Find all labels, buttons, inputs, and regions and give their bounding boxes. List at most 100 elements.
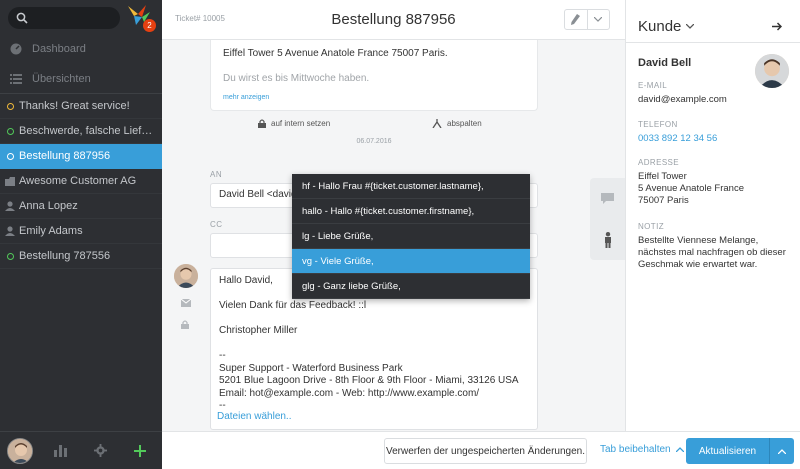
nav-dashboard-label: Dashboard [32, 43, 86, 55]
chevron-up-icon [675, 447, 684, 452]
sidebar-item-label: Thanks! Great service! [19, 100, 130, 112]
set-internal-action[interactable]: auf intern setzen [258, 119, 330, 128]
text-module-option[interactable]: glg - Ganz liebe Grüße, [292, 274, 530, 299]
sidebar-item-ticket[interactable]: Thanks! Great service! [0, 94, 162, 119]
text-module-option[interactable]: lg - Liebe Grüße, [292, 224, 530, 249]
sidebar-item-user[interactable]: Anna Lopez [0, 194, 162, 219]
lock-icon [181, 320, 189, 329]
ticket-ring-icon [1, 252, 19, 260]
ticket-header: Ticket# 10005 Bestellung 887956 [162, 0, 625, 40]
customer-panel-title-label: Kunde [638, 18, 682, 35]
sidebar-item-label: Bestellung 787556 [19, 250, 111, 262]
cc-label: CC [210, 220, 223, 229]
stats-icon [53, 444, 67, 457]
update-label: Aktualisieren [698, 445, 757, 457]
customer-phone-link[interactable]: 0033 892 12 34 56 [638, 133, 793, 145]
text-module-option[interactable]: hallo - Hallo #{ticket.customer.firstnam… [292, 199, 530, 224]
keep-tab-button[interactable]: Tab beibehalten [600, 444, 684, 455]
chevron-down-icon [594, 17, 603, 22]
avatar [755, 54, 789, 88]
email-type-button[interactable] [180, 296, 192, 310]
avatar [174, 264, 198, 288]
customer-panel-title[interactable]: Kunde [638, 18, 695, 35]
ticket-ring-icon [1, 127, 19, 135]
sidebar-item-label: Beschwerde, falsche Lieferung ... [19, 125, 157, 137]
split-label: abspalten [447, 119, 482, 128]
nav-overviews-label: Übersichten [32, 73, 91, 85]
email-label: E-MAIL [638, 81, 668, 90]
phone-label: TELEFON [638, 120, 678, 129]
attach-files-link[interactable]: Dateien wählen.. [217, 411, 292, 422]
logo[interactable]: 2 [126, 4, 156, 32]
address-line: Eiffel Tower [638, 171, 687, 182]
sidebar-item-label: Bestellung 887956 [19, 150, 111, 162]
article-message: Eiffel Tower 5 Avenue Anatole France 750… [210, 40, 538, 111]
user-icon [1, 201, 19, 211]
actions-dropdown-button[interactable] [588, 10, 610, 29]
pencil-icon [571, 14, 581, 25]
arrow-right-icon [772, 22, 783, 31]
stats-button[interactable] [40, 444, 80, 457]
text-module-dropdown: hf - Hallo Frau #{ticket.customer.lastna… [292, 174, 530, 299]
sidebar-item-label: Emily Adams [19, 225, 83, 237]
speech-bubble-icon [601, 193, 614, 204]
edit-button[interactable] [565, 10, 588, 29]
split-action[interactable]: abspalten [432, 119, 482, 128]
customer-address: Eiffel Tower 5 Avenue Anatole France 750… [638, 171, 793, 207]
plus-icon [134, 444, 146, 457]
settings-button[interactable] [80, 444, 120, 457]
sidebar-item-label: Awesome Customer AG [19, 175, 137, 187]
address-line: 75007 Paris [638, 195, 689, 206]
ticket-ring-icon [1, 152, 19, 160]
update-button[interactable]: Aktualisieren [686, 438, 794, 464]
text-module-option[interactable]: hf - Hallo Frau #{ticket.customer.lastna… [292, 174, 530, 199]
show-more-link[interactable]: mehr anzeigen [223, 94, 525, 101]
ticket-main: Ticket# 10005 Bestellung 887956 Eiffel T… [162, 0, 625, 469]
page-title[interactable]: Bestellung 887956 [262, 11, 525, 28]
sidebar-tabs [590, 178, 625, 260]
update-options-button[interactable] [769, 438, 794, 464]
article-date: 06.07.2016 [356, 138, 392, 145]
customer-note: Bestellte Viennese Melange, nächstes mal… [638, 235, 786, 270]
nav-overviews[interactable]: Übersichten [0, 64, 162, 94]
sidebar-item-user[interactable]: Emily Adams [0, 219, 162, 244]
address-label: ADRESSE [638, 158, 680, 167]
editor-line: Vielen Dank für das Feedback! ::l [219, 300, 367, 311]
sidebar-item-ticket[interactable]: Bestellung 787556 [0, 244, 162, 269]
tab-customer[interactable] [590, 219, 625, 260]
set-internal-label: auf intern setzen [271, 119, 331, 128]
tab-conversation[interactable] [590, 178, 625, 219]
envelope-icon [180, 298, 192, 307]
new-ticket-button[interactable] [120, 444, 160, 457]
editor-line: -- [219, 350, 226, 361]
sidebar-item-ticket[interactable]: Beschwerde, falsche Lieferung ... [0, 119, 162, 144]
message-line: Du wirst es bis Mittwoche haben. [223, 73, 370, 84]
editor-line: Email: hot@example.com - Web: http://www… [219, 387, 480, 399]
close-panel-button[interactable] [772, 20, 783, 34]
search-input[interactable] [8, 7, 120, 29]
sidebar: 2 Dashboard Übersichten Thanks! Great se… [0, 0, 162, 469]
keep-tab-label: Tab beibehalten [600, 444, 671, 455]
list-icon [0, 74, 32, 84]
user-avatar-button[interactable] [0, 437, 40, 464]
nav-dashboard[interactable]: Dashboard [0, 34, 162, 64]
sidebar-item-ticket-active[interactable]: Bestellung 887956 [0, 144, 162, 169]
sidebar-item-organization[interactable]: Awesome Customer AG [0, 169, 162, 194]
discard-changes-button[interactable]: Verwerfen der ungespeicherten Änderungen… [384, 438, 587, 464]
internal-toggle-button[interactable] [181, 318, 189, 332]
note-label: NOTIZ [638, 222, 664, 231]
editor-line: Super Support - Waterford Business Park [219, 362, 403, 374]
to-label: AN [210, 170, 223, 179]
notification-badge: 2 [143, 19, 156, 32]
text-module-option-selected[interactable]: vg - Viele Grüße, [292, 249, 530, 274]
message-line: Eiffel Tower 5 Avenue Anatole France 750… [223, 48, 448, 59]
gear-icon [93, 444, 107, 457]
customer-panel: Kunde David Bell E-MAIL david@example.co… [625, 0, 800, 431]
customer-name[interactable]: David Bell [638, 57, 691, 69]
ticket-ring-icon [1, 102, 19, 110]
panel-divider [626, 42, 800, 43]
avatar [7, 437, 33, 464]
address-line: 5 Avenue Anatole France [638, 183, 744, 194]
sidebar-bottom-toolbar [0, 431, 162, 469]
